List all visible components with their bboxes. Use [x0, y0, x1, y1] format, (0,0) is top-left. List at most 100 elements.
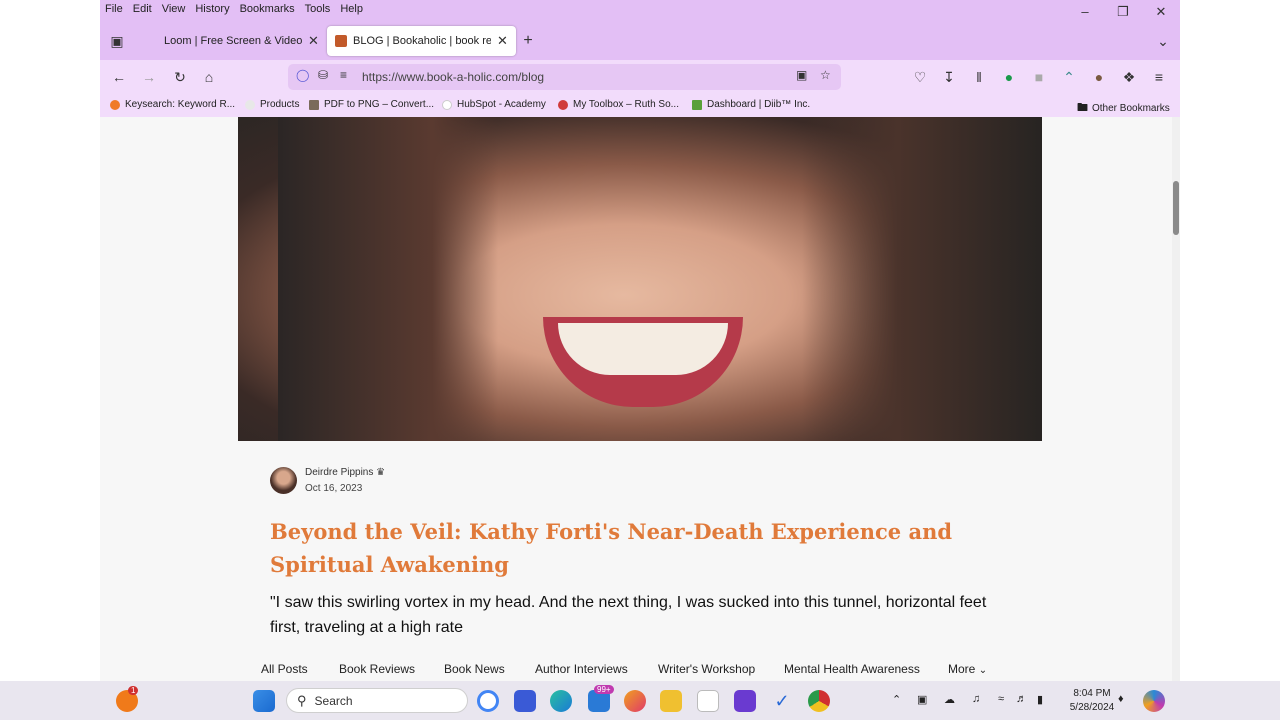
menu-bar: File Edit View History Bookmarks Tools H…: [100, 0, 1180, 18]
extensions-puzzle-icon[interactable]: ❖: [1119, 67, 1139, 87]
bookmark-hubspot[interactable]: HubSpot - Academy: [442, 99, 546, 110]
tab-bookaholic[interactable]: BLOG | Bookaholic | book revie ✕: [327, 26, 516, 56]
url-text[interactable]: https://www.book-a-holic.com/blog: [362, 70, 544, 84]
category-book-news[interactable]: Book News: [444, 662, 505, 676]
app-bot-icon[interactable]: [514, 690, 536, 712]
category-author-interviews[interactable]: Author Interviews: [535, 662, 628, 676]
downloads-icon[interactable]: ↧: [939, 67, 959, 87]
menu-help[interactable]: Help: [335, 3, 368, 15]
post-excerpt[interactable]: "I saw this swirling vortex in my head. …: [270, 590, 1010, 640]
picture-in-picture-icon[interactable]: ▣: [796, 68, 807, 82]
menu-bookmarks[interactable]: Bookmarks: [235, 3, 300, 15]
folder-icon: 🖿: [1077, 102, 1088, 114]
chevron-down-icon: ⌄: [978, 665, 988, 676]
bookmark-pdf-to-png[interactable]: PDF to PNG – Convert...: [309, 99, 434, 110]
tray-display-icon[interactable]: ▣: [917, 693, 927, 706]
todo-check-icon[interactable]: ✓: [771, 690, 793, 712]
hero-teeth: [558, 323, 728, 375]
grammarly-icon[interactable]: ●: [999, 67, 1019, 87]
diib-icon: [692, 99, 702, 110]
home-icon[interactable]: ⌂: [199, 67, 219, 87]
taskbar-clock[interactable]: 8:04 PM 5/28/2024: [1058, 687, 1126, 715]
start-windows-icon[interactable]: [253, 690, 275, 712]
mail-badge: 99+: [594, 685, 614, 694]
bookmark-label: HubSpot - Academy: [457, 99, 546, 110]
bookmark-star-icon[interactable]: ☆: [820, 68, 831, 82]
notifications-bell-icon[interactable]: ♦: [1118, 693, 1124, 705]
search-icon: ⚲: [297, 692, 307, 708]
copilot-icon[interactable]: [1143, 690, 1165, 712]
author-avatar[interactable]: [270, 467, 297, 494]
category-more[interactable]: More ⌄: [948, 662, 987, 676]
chrome-icon[interactable]: [808, 690, 830, 712]
page-scrollbar[interactable]: [1172, 117, 1180, 681]
hero-shade-right: [802, 117, 1042, 441]
clock-time: 8:04 PM: [1073, 688, 1111, 699]
url-bar[interactable]: ◯ ⛁ ≡ https://www.book-a-holic.com/blog …: [288, 64, 841, 90]
category-all-posts[interactable]: All Posts: [261, 662, 308, 676]
profile-avatar-icon[interactable]: ●: [1089, 67, 1109, 87]
extension-icon[interactable]: ■: [1029, 67, 1049, 87]
other-bookmarks[interactable]: 🖿 Other Bookmarks: [1077, 99, 1170, 118]
clock-date: 5/28/2024: [1069, 702, 1115, 713]
scrollbar-thumb[interactable]: [1173, 181, 1179, 235]
lock-icon[interactable]: ⛁: [318, 68, 328, 82]
bookmark-label: PDF to PNG – Convert...: [324, 99, 435, 110]
bookmark-products[interactable]: Products: [245, 99, 299, 110]
edge-icon[interactable]: [550, 690, 572, 712]
post-title[interactable]: Beyond the Veil: Kathy Forti's Near-Deat…: [270, 515, 1010, 581]
tracking-protection-icon[interactable]: ◯: [296, 68, 309, 82]
crown-icon: ♛: [376, 467, 386, 478]
menu-file[interactable]: File: [100, 3, 128, 15]
close-tab-icon[interactable]: ✕: [497, 33, 508, 49]
close-tab-icon[interactable]: ✕: [308, 33, 319, 49]
tab-label: BLOG | Bookaholic | book revie: [353, 35, 491, 47]
reload-icon[interactable]: ↻: [170, 67, 190, 87]
category-writers-workshop[interactable]: Writer's Workshop: [658, 662, 755, 676]
app-menu-icon[interactable]: ≡: [1149, 67, 1169, 87]
store-icon[interactable]: [697, 690, 719, 712]
new-tab-icon[interactable]: +: [518, 31, 538, 51]
taskbar-search[interactable]: ⚲ Search: [286, 688, 468, 713]
post-hero-image[interactable]: [238, 117, 1042, 441]
bookmark-my-toolbox[interactable]: My Toolbox – Ruth So...: [558, 99, 679, 110]
back-icon[interactable]: ←: [109, 67, 129, 87]
library-icon[interactable]: ‖: [969, 67, 989, 87]
app-mask-icon[interactable]: [734, 690, 756, 712]
list-tabs-chevron-icon[interactable]: ⌄: [1153, 31, 1173, 51]
forward-icon[interactable]: →: [139, 67, 159, 87]
windows-taskbar: 1 ⚲ Search 99+ ✓ ⌃ ▣ ☁ ♫ ≈ ♬ ▮ 8:04 PM 5…: [0, 681, 1280, 720]
file-explorer-icon[interactable]: [660, 690, 682, 712]
onedrive-cloud-icon[interactable]: ☁: [944, 693, 955, 706]
bookmarks-toolbar: Keysearch: Keyword R... Products PDF to …: [100, 94, 1180, 117]
author-name[interactable]: Deirdre Pippins: [305, 467, 373, 478]
permissions-icon[interactable]: ≡: [340, 68, 347, 82]
tab-overview-icon[interactable]: ▣: [107, 31, 127, 51]
hubspot-icon: [442, 99, 452, 110]
tray-chevron-icon[interactable]: ⌃: [892, 693, 901, 706]
category-book-reviews[interactable]: Book Reviews: [339, 662, 415, 676]
battery-icon[interactable]: ▮: [1037, 693, 1043, 706]
google-icon[interactable]: [477, 690, 499, 712]
blog-page: Deirdre Pippins ♛ Oct 16, 2023 Beyond th…: [100, 117, 1172, 681]
browser-window: File Edit View History Bookmarks Tools H…: [100, 0, 1180, 681]
author-name-row: Deirdre Pippins ♛: [305, 467, 385, 478]
menu-tools[interactable]: Tools: [300, 3, 336, 15]
tab-label: Loom | Free Screen & Video Re: [164, 35, 302, 47]
firefox-icon[interactable]: [624, 690, 646, 712]
menu-history[interactable]: History: [190, 3, 234, 15]
pdf-png-icon: [309, 99, 319, 110]
menu-edit[interactable]: Edit: [128, 3, 157, 15]
microphone-icon[interactable]: ♫: [972, 693, 980, 705]
other-bookmarks-label: Other Bookmarks: [1092, 103, 1170, 114]
extension-arc-icon[interactable]: ⌃: [1059, 67, 1079, 87]
pocket-icon[interactable]: ♡: [910, 67, 930, 87]
tab-loom[interactable]: Loom | Free Screen & Video Re ✕: [156, 26, 327, 56]
menu-view[interactable]: View: [157, 3, 191, 15]
bookmark-keysearch[interactable]: Keysearch: Keyword R...: [110, 99, 235, 110]
hero-shade-left: [278, 117, 498, 441]
wifi-icon[interactable]: ≈: [998, 693, 1004, 705]
speaker-icon[interactable]: ♬: [1016, 693, 1027, 705]
bookmark-diib[interactable]: Dashboard | Diib™ Inc.: [692, 99, 810, 110]
category-mental-health[interactable]: Mental Health Awareness: [784, 662, 920, 676]
